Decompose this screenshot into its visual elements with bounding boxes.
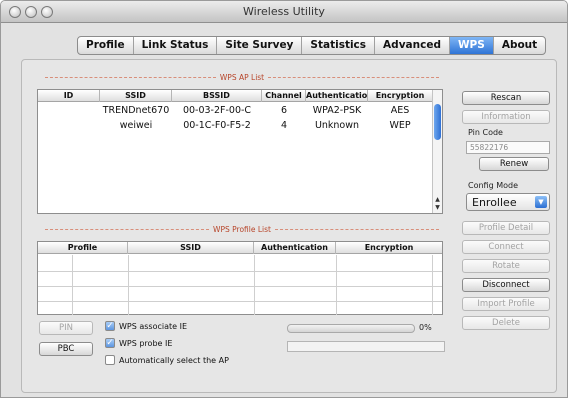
table-row[interactable]: weiwei 00-1C-F0-F5-2 4 Unknown WEP <box>38 119 432 132</box>
config-mode-label: Config Mode <box>468 181 519 190</box>
chevron-down-icon: ▼ <box>535 196 547 208</box>
wps-probe-ie-label: WPS probe IE <box>119 338 173 348</box>
grid-line <box>432 255 433 315</box>
cell-ssid: TRENDnet670 <box>102 105 170 116</box>
ap-list-header: ID SSID BSSID Channel Authenticatio Encr… <box>38 90 432 102</box>
tab-bar: Profile Link Status Site Survey Statisti… <box>77 36 547 55</box>
wps-progress-bar <box>287 324 415 333</box>
cell-id <box>38 119 100 132</box>
scrollbar-thumb[interactable] <box>434 104 441 140</box>
pin-code-label: Pin Code <box>468 128 503 137</box>
scroll-up-arrow-icon[interactable]: ▲ <box>433 196 442 203</box>
profile-detail-button[interactable]: Profile Detail <box>462 221 550 235</box>
checkmark-icon: ✓ <box>105 321 115 331</box>
tab-link-status[interactable]: Link Status <box>134 37 218 54</box>
connect-button[interactable]: Connect <box>462 240 550 254</box>
grid-line <box>128 255 129 315</box>
auto-select-ap-checkbox[interactable]: Automatically select the AP <box>105 355 229 365</box>
col-header-encryption[interactable]: Encryption <box>368 90 432 102</box>
wps-ap-list[interactable]: ID SSID BSSID Channel Authenticatio Encr… <box>37 89 443 214</box>
tab-statistics[interactable]: Statistics <box>302 37 376 54</box>
grid-line <box>72 255 73 315</box>
cell-bssid: 00-1C-F0-F5-2 <box>183 120 251 131</box>
tab-site-survey[interactable]: Site Survey <box>217 37 303 54</box>
checkbox-empty <box>105 355 115 365</box>
profile-list-header: Profile SSID Authentication Encryption <box>38 242 442 254</box>
grid-line <box>38 286 442 287</box>
auto-select-ap-label: Automatically select the AP <box>119 355 229 365</box>
wps-profile-list-title: WPS Profile List <box>41 223 443 235</box>
col-header-profile[interactable]: Profile <box>38 242 128 254</box>
pbc-button[interactable]: PBC <box>39 342 93 356</box>
config-mode-select[interactable]: Enrollee ▼ <box>466 193 550 211</box>
information-button[interactable]: Information <box>462 110 550 124</box>
cell-channel: 4 <box>280 120 288 131</box>
col-header-ssid[interactable]: SSID <box>128 242 254 254</box>
wps-status-field <box>287 341 445 352</box>
tab-about[interactable]: About <box>494 37 545 54</box>
pin-button[interactable]: PIN <box>39 321 93 335</box>
grid-line <box>38 271 442 272</box>
grid-line <box>38 301 442 302</box>
col-header-ssid[interactable]: SSID <box>100 90 172 102</box>
cell-bssid: 00-03-2F-00-C <box>182 105 252 116</box>
grid-line <box>336 255 337 315</box>
col-header-encryption[interactable]: Encryption <box>336 242 442 254</box>
wps-associate-ie-checkbox[interactable]: ✓ WPS associate IE <box>105 321 187 331</box>
title-bar: Wireless Utility <box>1 1 567 23</box>
cell-ssid: weiwei <box>119 120 153 131</box>
col-header-authentication[interactable]: Authentication <box>254 242 336 254</box>
window-title: Wireless Utility <box>243 5 325 18</box>
table-row[interactable]: TRENDnet670 00-03-2F-00-C 6 WPA2-PSK AES <box>38 104 432 117</box>
cell-encryption: AES <box>390 105 410 116</box>
cell-channel: 6 <box>280 105 288 116</box>
delete-button[interactable]: Delete <box>462 316 550 330</box>
col-header-bssid[interactable]: BSSID <box>172 90 262 102</box>
wps-probe-ie-checkbox[interactable]: ✓ WPS probe IE <box>105 338 172 348</box>
disconnect-button[interactable]: Disconnect <box>462 278 550 292</box>
tab-advanced[interactable]: Advanced <box>375 37 450 54</box>
scroll-down-arrow-icon[interactable]: ▼ <box>433 204 442 211</box>
rotate-button[interactable]: Rotate <box>462 259 550 273</box>
wps-associate-ie-label: WPS associate IE <box>119 321 188 331</box>
cell-id <box>38 104 100 117</box>
cell-encryption: WEP <box>389 120 411 131</box>
wps-ap-list-title: WPS AP List <box>41 71 443 83</box>
ap-list-scrollbar[interactable]: ▲ ▼ <box>432 90 442 213</box>
rescan-button[interactable]: Rescan <box>462 91 550 105</box>
wireless-utility-window: Wireless Utility Profile Link Status Sit… <box>0 0 568 398</box>
grid-line <box>254 255 255 315</box>
cell-authentication: WPA2-PSK <box>312 105 362 116</box>
progress-percent: 0% <box>419 323 432 332</box>
renew-button[interactable]: Renew <box>479 157 549 171</box>
col-header-id[interactable]: ID <box>38 90 100 102</box>
cell-authentication: Unknown <box>314 120 360 131</box>
col-header-channel[interactable]: Channel <box>262 90 306 102</box>
config-mode-value: Enrollee <box>472 196 517 209</box>
wps-profile-list[interactable]: Profile SSID Authentication Encryption <box>37 241 443 315</box>
checkmark-icon: ✓ <box>105 338 115 348</box>
pin-code-field: 55822176 <box>466 141 550 154</box>
tab-profile[interactable]: Profile <box>78 37 134 54</box>
tab-wps[interactable]: WPS <box>449 37 494 54</box>
col-header-authentication[interactable]: Authenticatio <box>306 90 368 102</box>
import-profile-button[interactable]: Import Profile <box>462 297 550 311</box>
